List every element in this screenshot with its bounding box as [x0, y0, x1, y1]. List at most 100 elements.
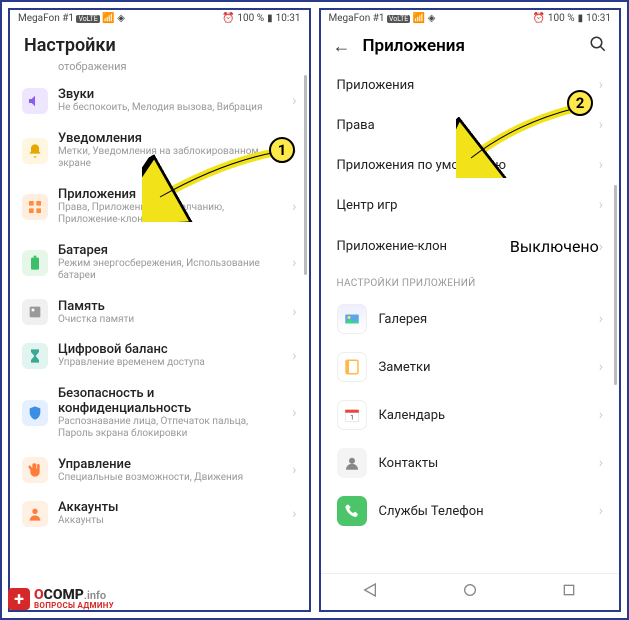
battery-pct: 100 % [548, 13, 575, 24]
row-digital-balance[interactable]: Цифровой балансУправление временем досту… [10, 334, 309, 378]
scrollbar[interactable] [614, 65, 617, 550]
row-accessibility[interactable]: УправлениеСпециальные возможности, Движе… [10, 449, 309, 493]
watermark-subtitle: ВОПРОСЫ АДМИНУ [34, 602, 114, 610]
row-title: Звуки [58, 87, 282, 102]
back-button[interactable]: ← [333, 36, 351, 57]
row-sub: Аккаунты [58, 515, 282, 528]
svg-text:1: 1 [350, 414, 354, 422]
hand-icon [22, 457, 48, 483]
row-accounts[interactable]: АккаунтыАккаунты › [10, 492, 309, 536]
shield-icon [22, 400, 48, 426]
page-title: Приложения [363, 36, 578, 56]
battery-icon: ▮ [267, 13, 273, 24]
nav-back[interactable] [362, 582, 378, 602]
nav-home[interactable] [462, 582, 478, 602]
chevron-right-icon: › [292, 405, 296, 421]
chevron-right-icon: › [599, 359, 603, 375]
notes-icon [337, 352, 367, 382]
watermark-plus-icon: + [8, 588, 30, 610]
row-game-center[interactable]: Центр игр› [321, 185, 620, 225]
chevron-right-icon: › [292, 199, 296, 215]
row-title: Цифровой баланс [58, 342, 282, 357]
apps-icon [22, 194, 48, 220]
row-sub: Управление временем доступа [58, 357, 282, 370]
app-notes[interactable]: Заметки› [321, 343, 620, 391]
clock: 10:31 [276, 13, 301, 24]
alarm-icon: ⏰ [532, 13, 544, 24]
clock: 10:31 [586, 13, 611, 24]
settings-screen: MegaFon #1 VoLTE 📶 ◈ ⏰ 100 % ▮ 10:31 Нас… [8, 8, 311, 612]
wifi-icon: ◈ [117, 13, 125, 24]
page-title: Настройки [24, 35, 295, 56]
volte-icon: VoLTE [76, 15, 99, 23]
chevron-right-icon: › [599, 77, 603, 93]
chevron-right-icon: › [292, 506, 296, 522]
page-header: Настройки [10, 27, 309, 60]
row-sub: Не беспокоить, Мелодия вызова, Вибрация [58, 102, 282, 115]
battery-pct: 100 % [237, 13, 264, 24]
annotation-badge-2: 2 [567, 90, 593, 116]
row-title: Безопасность и конфиденциальность [58, 386, 282, 416]
row-app-twin[interactable]: Приложение-клонВыключено› [321, 225, 620, 268]
signal-icon: 📶 [102, 13, 114, 24]
carrier-label: MegaFon #1 [18, 13, 74, 24]
storage-icon [22, 299, 48, 325]
phone-icon [337, 496, 367, 526]
chevron-right-icon: › [292, 462, 296, 478]
app-calendar[interactable]: 1 Календарь› [321, 391, 620, 439]
chevron-right-icon: › [599, 311, 603, 327]
chevron-right-icon: › [292, 93, 296, 109]
row-title: Управление [58, 457, 282, 472]
breadcrumb: отображения [10, 60, 309, 79]
account-icon [22, 501, 48, 527]
battery-icon [22, 250, 48, 276]
row-storage[interactable]: ПамятьОчистка памяти › [10, 291, 309, 335]
section-header: НАСТРОЙКИ ПРИЛОЖЕНИЙ [321, 268, 620, 295]
row-sub: Специальные возможности, Движения [58, 472, 282, 485]
chevron-right-icon: › [599, 503, 603, 519]
row-sounds[interactable]: ЗвукиНе беспокоить, Мелодия вызова, Вибр… [10, 79, 309, 123]
page-header: ← Приложения [321, 27, 620, 65]
annotation-badge-1: 1 [269, 137, 295, 163]
row-title: Батарея [58, 243, 282, 258]
carrier-label: MegaFon #1 [329, 13, 385, 24]
chevron-right-icon: › [292, 304, 296, 320]
volte-icon: VoLTE [387, 15, 410, 23]
chevron-right-icon: › [599, 239, 603, 255]
nav-bar [321, 573, 620, 610]
bell-icon [22, 138, 48, 164]
signal-icon: 📶 [413, 13, 425, 24]
row-security[interactable]: Безопасность и конфиденциальностьРаспозн… [10, 378, 309, 449]
hourglass-icon [22, 343, 48, 369]
row-value: Выключено [510, 237, 599, 256]
chevron-right-icon: › [599, 197, 603, 213]
nav-recent[interactable] [561, 582, 577, 602]
alarm-icon: ⏰ [222, 13, 234, 24]
row-title: Память [58, 299, 282, 314]
search-button[interactable] [589, 35, 607, 57]
sound-icon [22, 88, 48, 114]
chevron-right-icon: › [599, 407, 603, 423]
chevron-right-icon: › [292, 255, 296, 271]
chevron-right-icon: › [599, 157, 603, 173]
row-sub: Очистка памяти [58, 314, 282, 327]
scrollbar[interactable] [304, 65, 307, 550]
row-battery[interactable]: БатареяРежим энергосбережения, Использов… [10, 235, 309, 291]
battery-icon: ▮ [578, 13, 584, 24]
watermark-title: OCOMP.info [34, 588, 114, 602]
status-bar: MegaFon #1 VoLTE 📶 ◈ ⏰ 100 % ▮ 10:31 [321, 10, 620, 27]
row-sub: Режим энергосбережения, Использование ба… [58, 258, 282, 283]
calendar-icon: 1 [337, 400, 367, 430]
status-bar: MegaFon #1 VoLTE 📶 ◈ ⏰ 100 % ▮ 10:31 [10, 10, 309, 27]
gallery-icon [337, 304, 367, 334]
contacts-icon [337, 448, 367, 478]
chevron-right-icon: › [292, 348, 296, 364]
chevron-right-icon: › [599, 455, 603, 471]
app-contacts[interactable]: Контакты› [321, 439, 620, 487]
row-title: Аккаунты [58, 500, 282, 515]
watermark: + OCOMP.info ВОПРОСЫ АДМИНУ [8, 588, 114, 610]
app-gallery[interactable]: Галерея› [321, 295, 620, 343]
chevron-right-icon: › [599, 117, 603, 133]
wifi-icon: ◈ [428, 13, 436, 24]
app-phone[interactable]: Службы Телефон› [321, 487, 620, 535]
